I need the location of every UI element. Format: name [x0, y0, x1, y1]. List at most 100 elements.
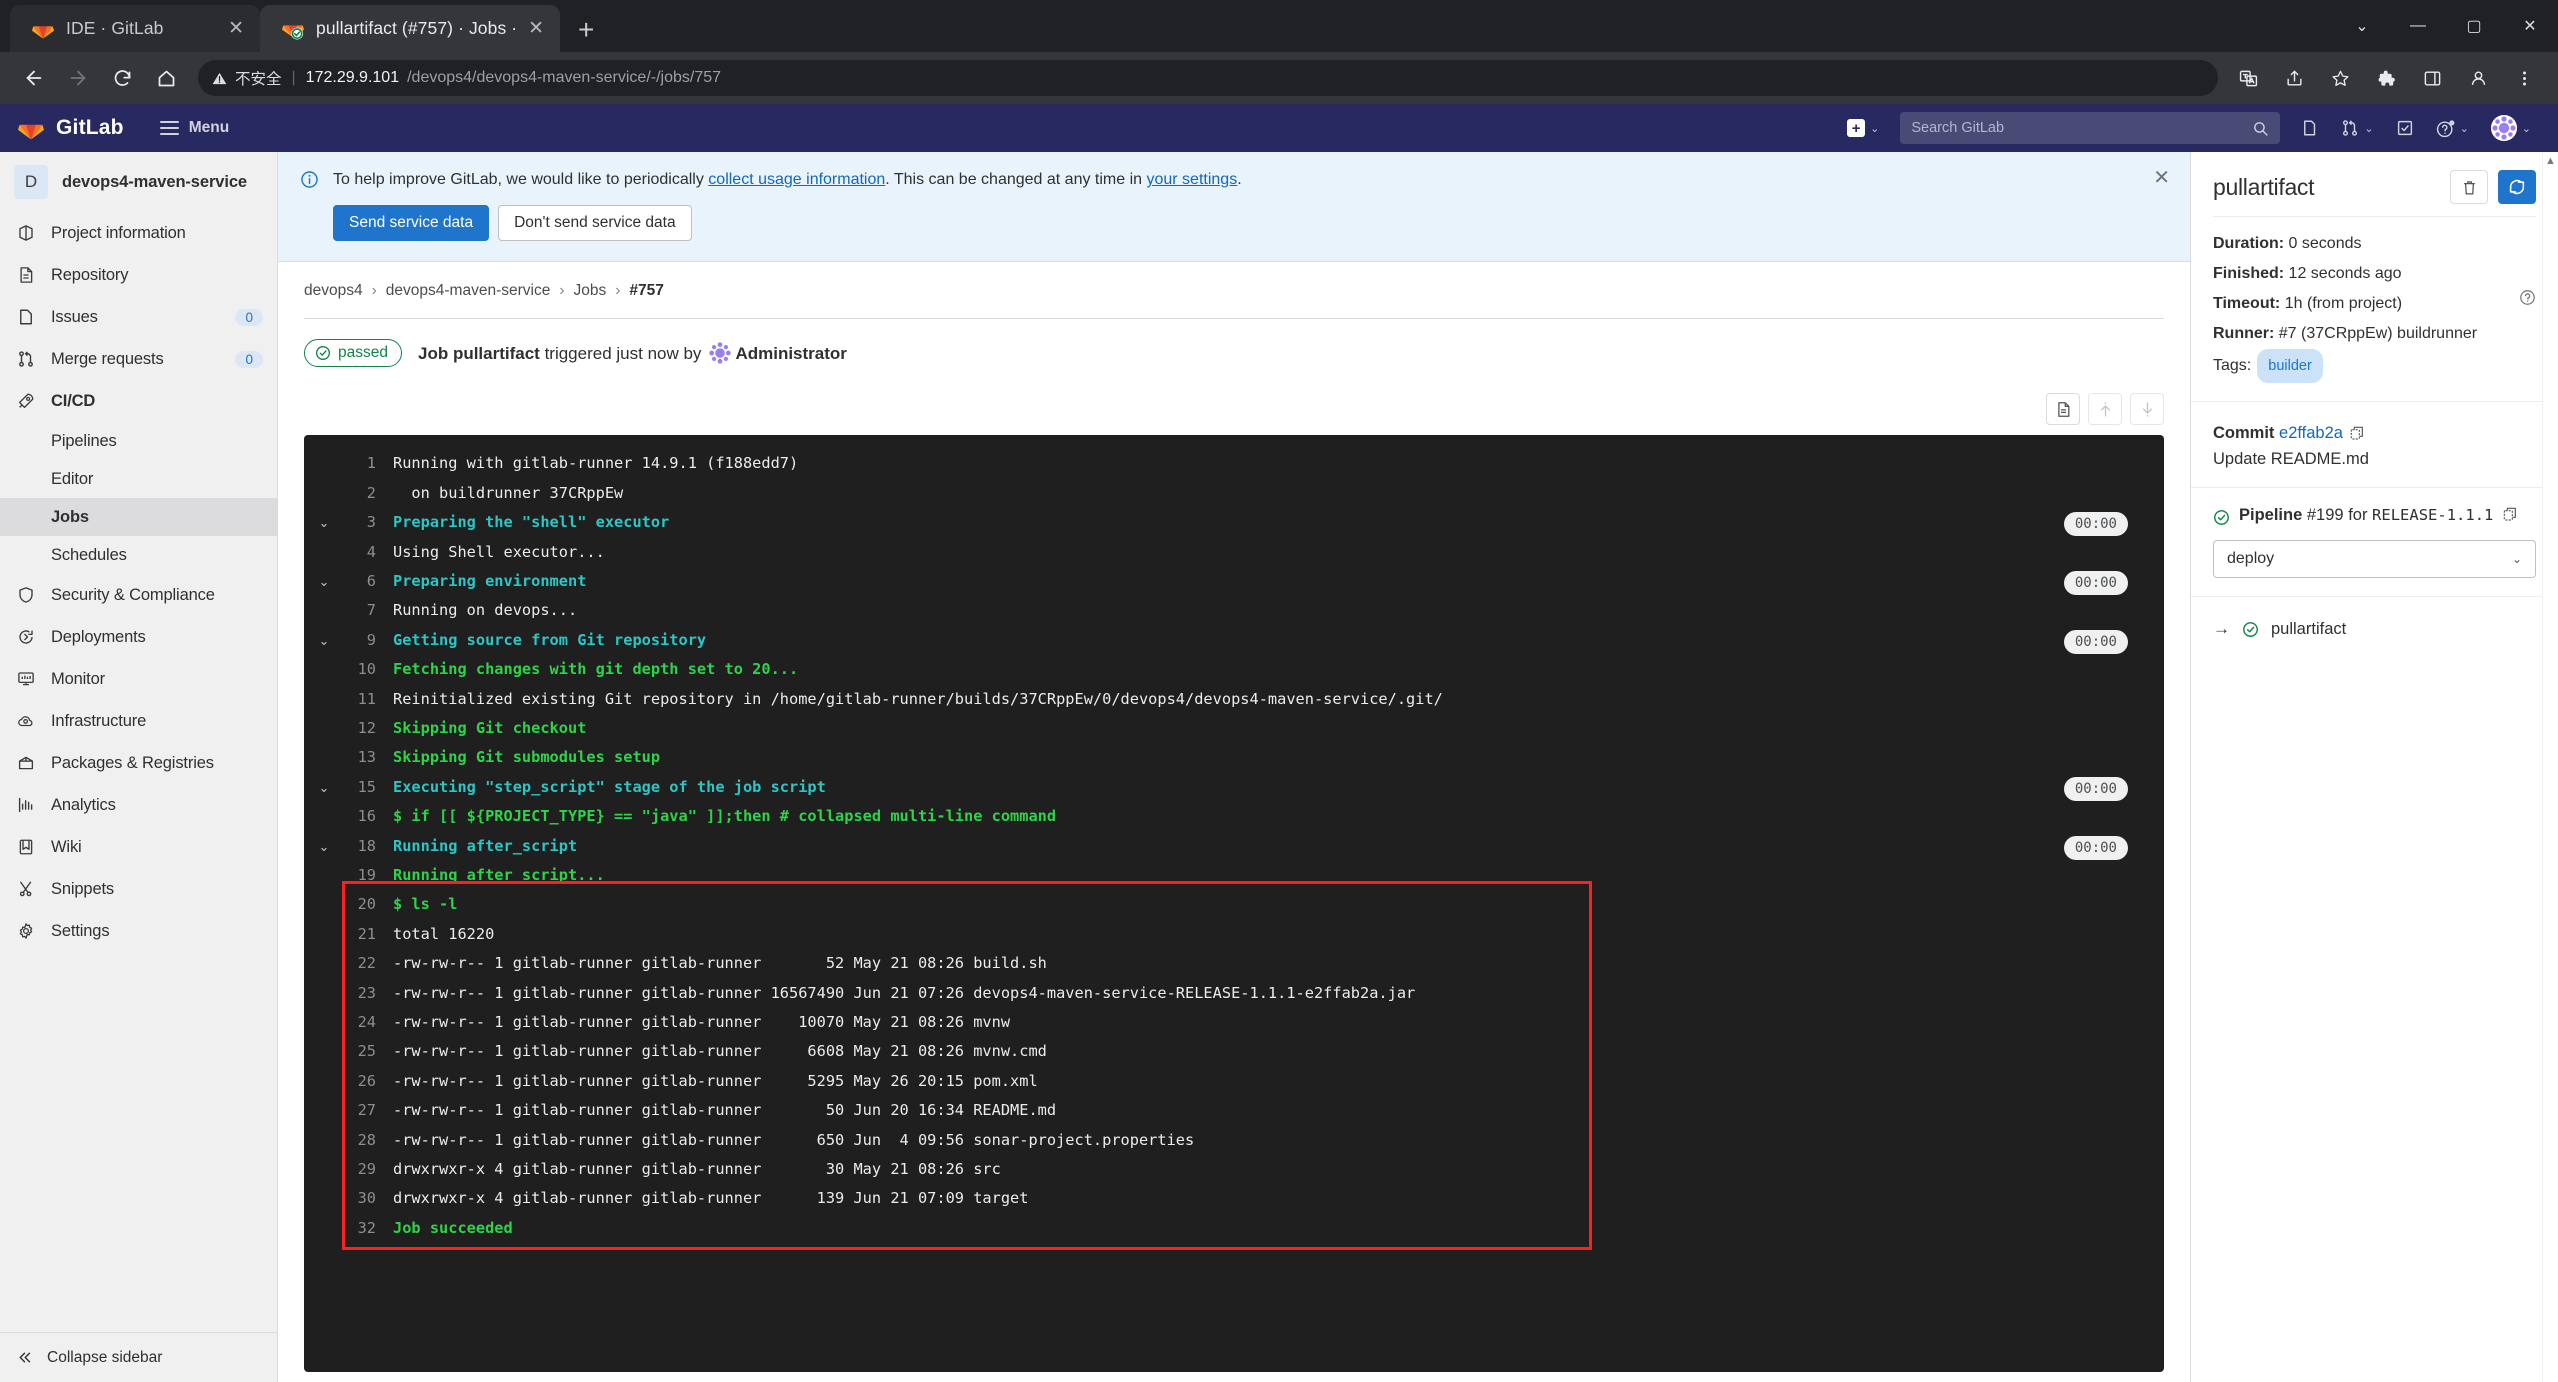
chevron-down-icon[interactable]: ⌄	[304, 626, 344, 655]
sidebar-item-merge-requests[interactable]: Merge requests 0	[0, 338, 277, 380]
todos-icon[interactable]	[2387, 112, 2423, 144]
sidebar-item-monitor[interactable]: Monitor	[0, 658, 277, 700]
breadcrumb-item-current[interactable]: #757	[629, 282, 663, 300]
stage-select-value: deploy	[2227, 550, 2275, 568]
sidebar-item-snippets[interactable]: Snippets	[0, 868, 277, 910]
sidebar-panel-icon[interactable]	[2410, 56, 2454, 100]
sidebar-item-packages-registries[interactable]: Packages & Registries	[0, 742, 277, 784]
stage-select[interactable]: deploy ⌄	[2213, 540, 2536, 579]
job-log[interactable]: 1 Running with gitlab-runner 14.9.1 (f188…	[304, 435, 2164, 1372]
reload-icon[interactable]	[100, 56, 144, 100]
window-close-icon[interactable]: ✕	[2502, 0, 2558, 52]
job-link[interactable]: pullartifact	[2271, 620, 2346, 639]
user-menu[interactable]: ⌄	[2482, 112, 2540, 144]
scroll-up-icon[interactable]: ▲	[2543, 152, 2558, 167]
chevron-down-icon: ⌄	[2511, 552, 2522, 567]
chevron-down-icon[interactable]: ⌄	[304, 773, 344, 802]
list-item[interactable]: → pullartifact	[2213, 615, 2536, 643]
check-circle-icon	[2213, 509, 2230, 526]
maximize-icon[interactable]: ▢	[2446, 0, 2502, 52]
copy-icon[interactable]	[2502, 506, 2518, 522]
bookmark-star-icon[interactable]	[2318, 56, 2362, 100]
pipeline-number[interactable]: #199	[2307, 506, 2344, 524]
new-tab-button[interactable]: +	[560, 16, 610, 52]
issues-icon[interactable]	[2292, 112, 2328, 144]
search-box[interactable]	[1900, 112, 2281, 144]
chevron-down-icon[interactable]: ⌄	[304, 508, 344, 537]
page-scrollbar[interactable]: ▲	[2542, 152, 2558, 1382]
extensions-icon[interactable]	[2364, 56, 2408, 100]
chevron-down-icon[interactable]: ⌄	[304, 567, 344, 596]
breadcrumb-item[interactable]: Jobs	[574, 282, 607, 300]
search-input[interactable]	[1911, 120, 2253, 136]
sidebar-item-jobs[interactable]: Jobs	[0, 498, 277, 536]
create-new-dropdown[interactable]: + ⌄	[1838, 112, 1888, 144]
sidebar-item-editor[interactable]: Editor	[0, 460, 277, 498]
job-log-section: 1 Running with gitlab-runner 14.9.1 (f188…	[304, 385, 2164, 1382]
back-arrow-icon[interactable]	[12, 56, 56, 100]
close-icon[interactable]: ✕	[228, 19, 244, 38]
show-complete-raw-icon[interactable]	[2046, 393, 2080, 426]
forward-arrow-icon[interactable]	[56, 56, 100, 100]
log-line-number: 12	[357, 718, 376, 737]
project-avatar: D	[14, 165, 48, 199]
book-icon	[16, 838, 36, 856]
scroll-to-top-icon[interactable]	[2088, 393, 2122, 426]
breadcrumb-item[interactable]: devops4-maven-service	[386, 282, 551, 300]
copy-icon[interactable]	[2349, 425, 2365, 441]
window-menu-icon[interactable]: ⌄	[2334, 0, 2390, 52]
close-icon[interactable]: ✕	[528, 19, 544, 38]
sidebar-item-deployments[interactable]: Deployments	[0, 616, 277, 658]
sidebar-item-wiki[interactable]: Wiki	[0, 826, 277, 868]
address-bar[interactable]: 不安全 | 172.29.9.101 /devops4/devops4-mave…	[198, 60, 2218, 96]
close-icon[interactable]: ✕	[2153, 168, 2170, 188]
sidebar-item-infrastructure[interactable]: Infrastructure	[0, 700, 277, 742]
translate-icon[interactable]	[2226, 56, 2270, 100]
sidebar-item-label: Monitor	[51, 669, 105, 688]
dont-send-service-data-button[interactable]: Don't send service data	[498, 205, 692, 242]
log-line: 4 Using Shell executor...	[304, 538, 2164, 567]
triggering-user[interactable]: Administrator	[735, 344, 846, 363]
retry-icon[interactable]	[2498, 170, 2536, 204]
gitlab-home-link[interactable]: GitLab	[18, 115, 124, 141]
log-line: 12 Skipping Git checkout	[304, 714, 2164, 743]
navbar-right-group: + ⌄ ⌄ ⌄	[1838, 112, 2540, 144]
sidebar-item-analytics[interactable]: Analytics	[0, 784, 277, 826]
main-menu-button[interactable]: Menu	[159, 119, 229, 137]
scroll-to-bottom-icon[interactable]	[2130, 393, 2164, 426]
check-circle-icon	[315, 345, 331, 361]
status-badge[interactable]: passed	[304, 339, 402, 368]
sidebar-item-label: Snippets	[51, 879, 115, 898]
help-icon[interactable]	[2519, 289, 2536, 306]
sidebar-item-schedules[interactable]: Schedules	[0, 536, 277, 574]
trash-icon[interactable]	[2450, 170, 2488, 204]
minimize-icon[interactable]: —	[2390, 0, 2446, 52]
chevron-down-icon[interactable]: ⌄	[304, 832, 344, 861]
collapse-sidebar-button[interactable]: Collapse sidebar	[0, 1332, 277, 1382]
sidebar-item-repository[interactable]: Repository	[0, 254, 277, 296]
breadcrumb-item[interactable]: devops4	[304, 282, 363, 300]
sidebar-item-settings[interactable]: Settings	[0, 910, 277, 952]
sidebar-item-project-information[interactable]: Project information	[0, 212, 277, 254]
sidebar-item-pipelines[interactable]: Pipelines	[0, 422, 277, 460]
collect-usage-information-link[interactable]: collect usage information	[708, 171, 885, 188]
help-icon[interactable]: ⌄	[2427, 112, 2478, 144]
browser-tab-2[interactable]: pullartifact (#757) · Jobs · devo ✕	[260, 5, 560, 52]
log-line-number: 32	[357, 1218, 376, 1237]
sidebar-item-security-compliance[interactable]: Security & Compliance	[0, 574, 277, 616]
merge-requests-icon[interactable]: ⌄	[2332, 112, 2382, 144]
browser-tab-1[interactable]: IDE · GitLab ✕	[10, 5, 260, 52]
section-duration-badge: 00:00	[2063, 629, 2128, 654]
profile-icon[interactable]	[2456, 56, 2500, 100]
share-icon[interactable]	[2272, 56, 2316, 100]
more-options-icon[interactable]	[2502, 56, 2546, 100]
your-settings-link[interactable]: your settings	[1146, 171, 1237, 188]
sidebar-item-cicd[interactable]: CI/CD	[0, 380, 277, 422]
sidebar-project-header[interactable]: D devops4-maven-service	[0, 152, 277, 212]
commit-sha-link[interactable]: e2ffab2a	[2279, 424, 2343, 442]
log-line-number: 16	[357, 807, 376, 826]
home-icon[interactable]	[144, 56, 188, 100]
log-line: 16 $ if [[ ${PROJECT_TYPE} == "java" ]];t…	[304, 802, 2164, 831]
sidebar-item-issues[interactable]: Issues 0	[0, 296, 277, 338]
send-service-data-button[interactable]: Send service data	[333, 205, 490, 242]
